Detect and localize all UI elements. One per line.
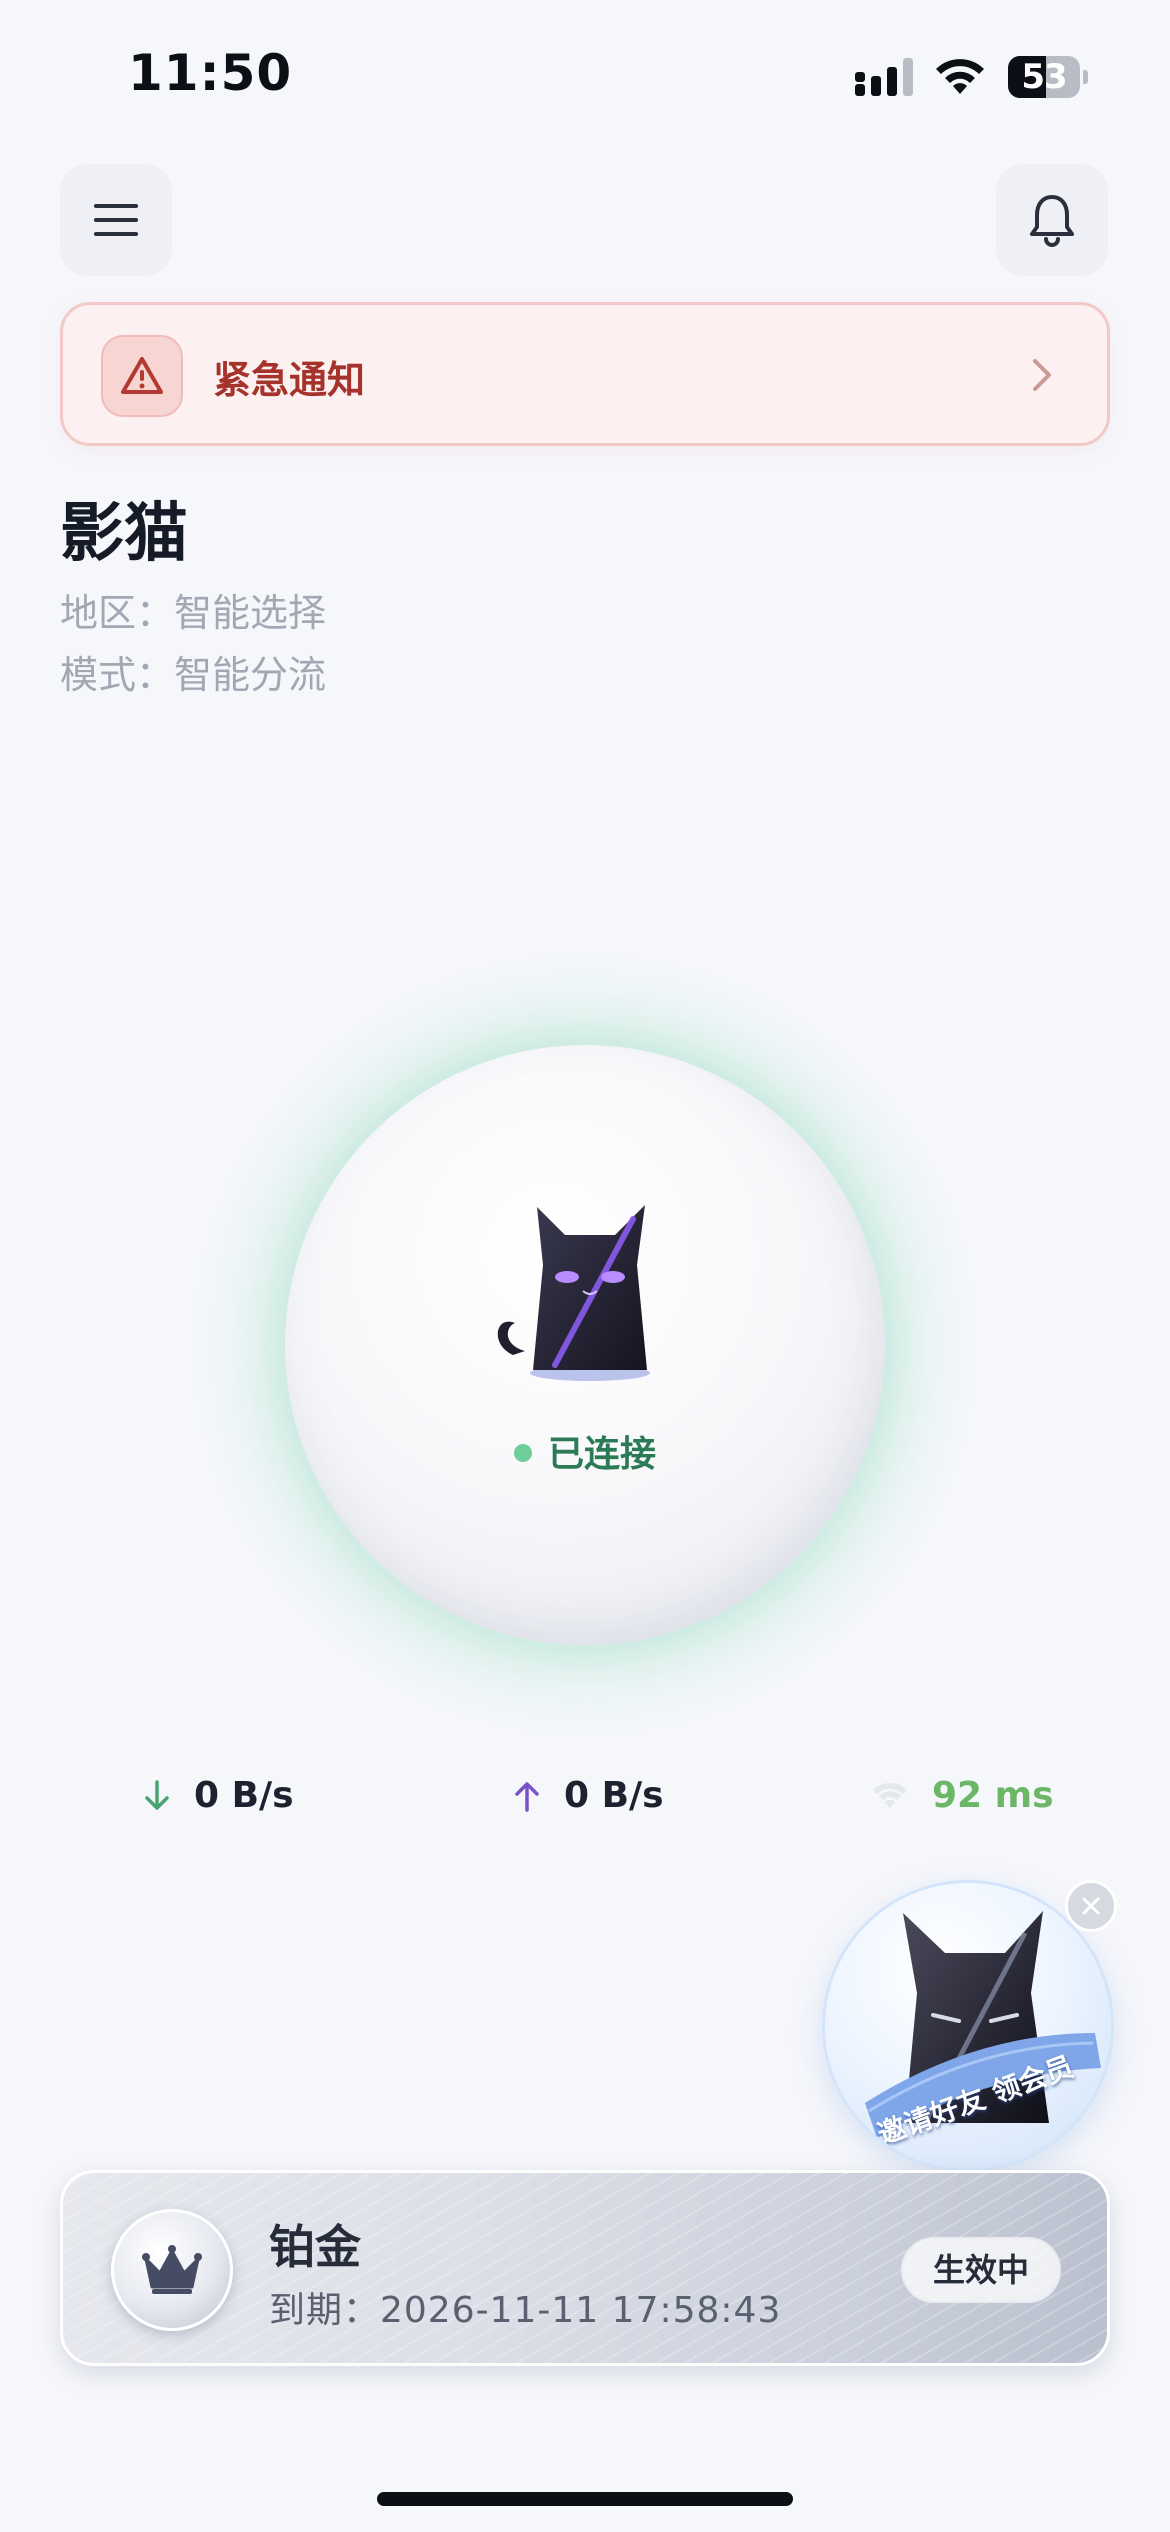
battery-indicator: 53 [1008,56,1088,98]
cellular-signal-icon [855,58,913,96]
emergency-notice-label: 紧急通知 [213,358,366,402]
home-indicator[interactable] [377,2492,793,2506]
app-screen: 11:50 53 紧急通知 影猫 地区：智能选择 模式：智能分流 已连接 0 B… [0,0,1170,2532]
bell-icon [1030,195,1074,247]
notification-button[interactable] [996,164,1108,276]
download-speed-value: 0 B/s [194,1775,294,1816]
warning-triangle-icon [101,335,183,417]
hamburger-icon [94,204,138,236]
emergency-notice-banner[interactable]: 紧急通知 [60,302,1110,446]
membership-expiry: 到期：2026-11-11 17:58:43 [269,2290,782,2331]
connection-status-label: 已连接 [547,1434,656,1475]
app-title: 影猫 [60,497,188,571]
crown-badge [111,2209,233,2331]
chevron-right-icon [1033,359,1051,391]
close-icon [1082,1897,1100,1915]
mode-info[interactable]: 模式：智能分流 [60,644,326,699]
menu-button[interactable] [60,164,172,276]
arrow-down-icon [145,1779,169,1810]
battery-level: 53 [1021,57,1067,97]
status-bar: 11:50 53 [0,0,1170,150]
cat-mascot-icon [497,1205,650,1381]
membership-status-badge: 生效中 [900,2237,1061,2303]
wifi-latency-icon [873,1782,907,1808]
status-dot [513,1444,532,1462]
latency-value: 92 ms [932,1775,1054,1816]
connection-status: 已连接 [285,1425,885,1477]
region-info[interactable]: 地区：智能选择 [60,582,326,637]
connect-button[interactable]: 已连接 [285,1045,885,1645]
crown-icon [142,2245,202,2294]
download-speed: 0 B/s [142,1775,294,1816]
invite-promo-bubble[interactable]: 邀请好友 领会员 [822,1880,1114,2172]
arrow-up-icon [515,1781,539,1812]
promo-close-button[interactable] [1065,1880,1117,1932]
upload-speed: 0 B/s [512,1775,664,1816]
wifi-icon [936,59,984,94]
status-time: 11:50 [128,44,293,102]
membership-card[interactable]: 铂金 到期：2026-11-11 17:58:43 生效中 [60,2170,1110,2366]
upload-speed-value: 0 B/s [564,1775,664,1816]
latency: 92 ms [870,1775,1054,1816]
membership-tier: 铂金 [269,2220,361,2274]
